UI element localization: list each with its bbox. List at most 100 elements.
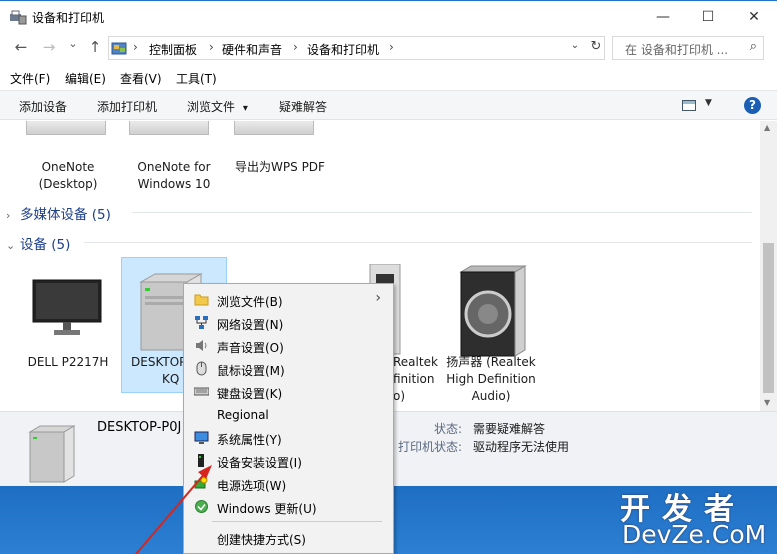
ctx-browse-files[interactable]: 浏览文件(B) › <box>184 288 393 311</box>
ctx-label: 设备安装设置(I) <box>217 456 302 470</box>
device-label: High Definition <box>446 372 536 386</box>
breadcrumb-hardware-sound[interactable]: 硬件和声音 <box>222 41 282 58</box>
devices-printers-icon <box>10 10 27 25</box>
navigation-bar: ← → ⌄ ↑ › 控制面板 › 硬件和声音 › 设备和打印机 › ⌄ ↻ 在 … <box>0 32 777 63</box>
printer-label: OneNote for <box>137 160 211 174</box>
ctx-sound-settings[interactable]: 声音设置(O) <box>184 334 393 357</box>
ctx-label: 网络设置(N) <box>217 318 284 332</box>
ctx-label: Regional <box>217 408 269 422</box>
menu-view[interactable]: 查看(V) <box>120 70 162 87</box>
group-divider <box>84 242 752 243</box>
device-label: DELL P2217H <box>27 355 109 369</box>
ctx-system-properties[interactable]: 系统属性(Y) <box>184 426 393 449</box>
context-menu: 浏览文件(B) › 网络设置(N) 声音设置(O) 鼠标设置(M) 键盘设置(K… <box>183 283 394 554</box>
group-label: 多媒体设备 (5) <box>20 207 111 223</box>
ctx-label: 鼠标设置(M) <box>217 364 285 378</box>
crumb-separator: › <box>389 40 394 54</box>
refresh-button[interactable]: ↻ <box>588 39 604 57</box>
power-icon <box>194 476 208 489</box>
device-install-icon <box>198 454 204 467</box>
forward-button[interactable]: → <box>40 38 58 56</box>
search-icon[interactable]: ⌕ <box>750 39 757 54</box>
menu-bar: 文件(F) 编辑(E) 查看(V) 工具(T) <box>0 64 777 90</box>
scroll-up-icon[interactable]: ▲ <box>764 123 770 132</box>
speaker-icon <box>459 265 527 357</box>
details-device-name: DESKTOP-P0J <box>97 420 182 435</box>
crumb-separator: › <box>293 40 298 54</box>
printer-wps-pdf[interactable]: 导出为WPS PDF <box>230 159 330 176</box>
ctx-separator <box>212 521 382 522</box>
scroll-thumb[interactable] <box>763 243 774 393</box>
vertical-scrollbar[interactable]: ▲ ▼ <box>760 121 777 411</box>
chevron-down-icon: ⌄ <box>6 239 16 252</box>
device-label: 扬声器 (Realtek <box>446 355 536 369</box>
printer-icon <box>234 121 314 135</box>
group-divider <box>132 212 752 213</box>
window-title: 设备和打印机 <box>32 11 105 25</box>
ctx-device-install-settings[interactable]: 设备安装设置(I) <box>184 449 393 472</box>
device-label: Audio) <box>471 389 511 403</box>
printer-label: OneNote <box>41 160 95 174</box>
troubleshoot-button[interactable]: 疑难解答 <box>279 98 327 115</box>
add-printer-button[interactable]: 添加打印机 <box>97 98 157 115</box>
browse-files-label: 浏览文件 <box>187 100 236 114</box>
ctx-keyboard-settings[interactable]: 键盘设置(K) <box>184 380 393 403</box>
group-devices[interactable]: ⌄ 设备 (5) <box>6 233 70 253</box>
printer-onenote-desktop[interactable]: OneNote (Desktop) <box>18 159 118 193</box>
speaker-icon <box>196 340 207 351</box>
add-device-button[interactable]: 添加设备 <box>19 98 67 115</box>
minimize-button[interactable]: — <box>640 1 686 32</box>
watermark-text: DevZe.CoM <box>622 520 767 549</box>
device-label: o) <box>393 389 406 403</box>
network-icon <box>195 316 208 329</box>
ctx-label: 电源选项(W) <box>217 479 287 493</box>
monitor-icon <box>32 279 102 335</box>
breadcrumb-control-panel[interactable]: 控制面板 <box>149 41 197 58</box>
printer-icon <box>129 121 209 135</box>
ctx-power-options[interactable]: 电源选项(W) <box>184 472 393 495</box>
watermark: 开发者 DevZe.CoM <box>620 484 770 552</box>
device-realtek-speaker-partial[interactable]: Realtek finition o) <box>393 354 438 405</box>
folder-icon <box>194 294 209 306</box>
printer-onenote-win10[interactable]: OneNote for Windows 10 <box>124 159 224 193</box>
title-bar: 设备和打印机 — ☐ ✕ <box>0 0 777 32</box>
device-dell-monitor[interactable]: DELL P2217H <box>18 354 118 371</box>
address-dropdown-button[interactable]: ⌄ <box>567 40 583 56</box>
search-input[interactable]: 在 设备和打印机 ... ⌕ <box>612 36 764 60</box>
close-button[interactable]: ✕ <box>731 1 777 32</box>
ctx-label: 浏览文件(B) <box>217 295 283 309</box>
scroll-down-icon[interactable]: ▼ <box>764 398 770 407</box>
printer-label: 导出为WPS PDF <box>235 160 325 174</box>
device-label: Realtek <box>393 355 438 369</box>
crumb-separator: › <box>209 40 214 54</box>
breadcrumb-devices-printers[interactable]: 设备和打印机 <box>307 41 379 58</box>
menu-file[interactable]: 文件(F) <box>10 70 50 87</box>
keyboard-icon <box>194 387 209 396</box>
back-button[interactable]: ← <box>12 38 30 56</box>
change-view-icon[interactable] <box>682 100 696 111</box>
help-button[interactable]: ? <box>744 97 761 114</box>
address-bar[interactable]: › 控制面板 › 硬件和声音 › 设备和打印机 › ⌄ ↻ <box>108 36 605 60</box>
menu-tools[interactable]: 工具(T) <box>176 70 217 87</box>
up-button[interactable]: ↑ <box>86 38 104 56</box>
menu-edit[interactable]: 编辑(E) <box>65 70 106 87</box>
command-bar: 添加设备 添加打印机 浏览文件 ▾ 疑难解答 ▼ ? <box>0 90 777 120</box>
group-multimedia-devices[interactable]: › 多媒体设备 (5) <box>6 203 111 223</box>
ctx-label: 键盘设置(K) <box>217 387 283 401</box>
chevron-right-icon: › <box>6 209 11 222</box>
maximize-button[interactable]: ☐ <box>685 1 731 32</box>
ctx-create-shortcut[interactable]: 创建快捷方式(S) <box>184 526 393 549</box>
device-label: finition <box>393 372 435 386</box>
ctx-mouse-settings[interactable]: 鼠标设置(M) <box>184 357 393 380</box>
recent-locations-button[interactable]: ⌄ <box>64 35 82 53</box>
ctx-label: 创建快捷方式(S) <box>217 533 306 547</box>
ctx-windows-update[interactable]: Windows 更新(U) <box>184 495 393 518</box>
ctx-network-settings[interactable]: 网络设置(N) <box>184 311 393 334</box>
ctx-regional[interactable]: Regional <box>184 403 393 426</box>
device-realtek-speakers[interactable]: 扬声器 (Realtek High Definition Audio) <box>440 354 542 405</box>
browse-files-button[interactable]: 浏览文件 ▾ <box>187 98 248 115</box>
computer-icon <box>28 425 76 483</box>
windows-update-icon <box>195 500 208 513</box>
status-key: 状态: <box>434 422 463 436</box>
view-options-dropdown[interactable]: ▼ <box>705 98 712 108</box>
